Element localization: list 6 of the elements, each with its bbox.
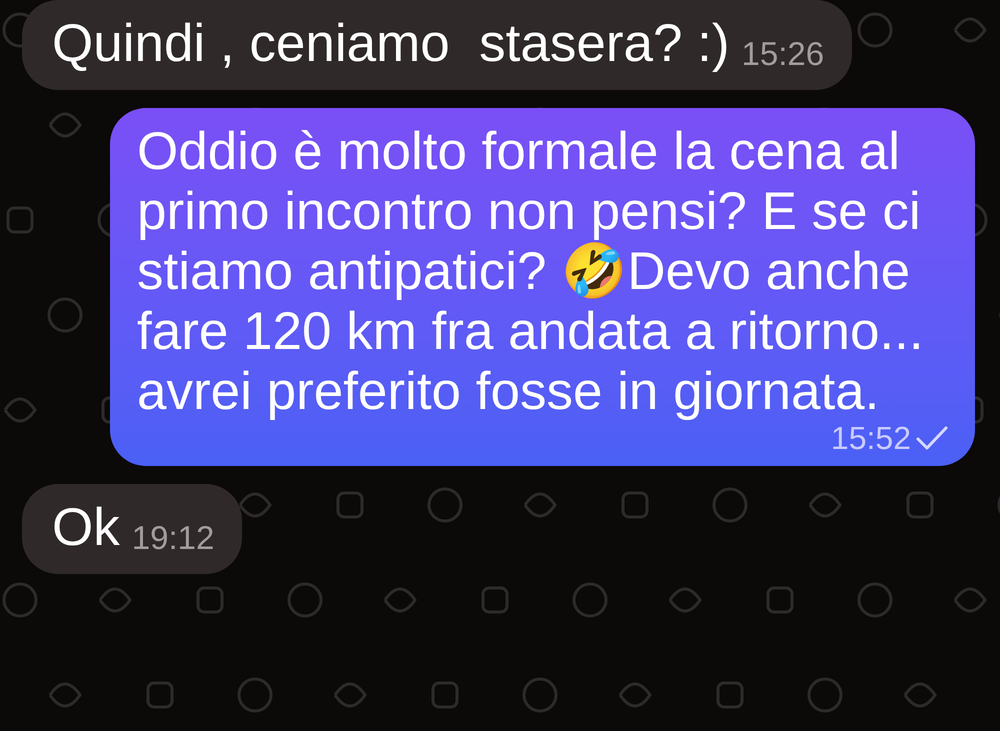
message-text: Oddio è molto formale la cena al primo incontro non pensi? E se ci stiamo antipatici? 🤣Devo anche fare 120 km fra andata a ritorno... avrei preferito fosse in giornata. — [137, 122, 925, 422]
message-time: 19:12 — [132, 518, 214, 558]
message-time: 15:52 — [830, 420, 911, 456]
message-text: Ok — [52, 498, 120, 558]
message-time: 15:26 — [742, 34, 824, 74]
message-text: Quindi , ceniamo stasera? :) — [52, 14, 730, 74]
